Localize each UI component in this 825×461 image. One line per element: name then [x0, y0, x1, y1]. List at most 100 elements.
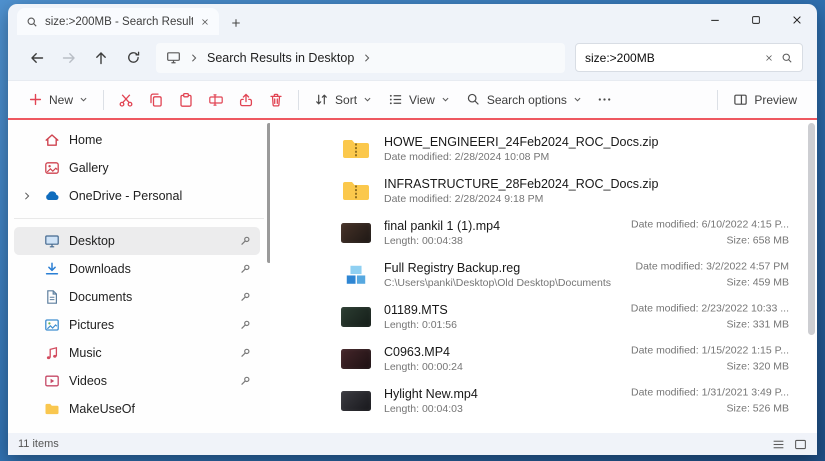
sidebar-item-desktop[interactable]: Desktop — [14, 227, 260, 255]
search-icon — [26, 16, 38, 28]
search-submit-icon[interactable] — [781, 52, 793, 64]
delete-button[interactable] — [261, 85, 291, 115]
close-button[interactable] — [776, 4, 817, 35]
file-row[interactable]: 01189.MTS Length: 0:01:56 Date modified:… — [270, 296, 817, 338]
pin-icon — [239, 291, 251, 303]
clear-search-icon[interactable] — [764, 53, 774, 63]
sidebar-item-label: Videos — [69, 374, 107, 388]
large-icons-view-icon[interactable] — [794, 438, 807, 451]
explorer-tab[interactable]: size:>200MB - Search Results i — [17, 8, 219, 35]
file-detail: Length: 00:00:24 — [384, 360, 463, 374]
file-name: INFRASTRUCTURE_28Feb2024_ROC_Docs.zip — [384, 176, 658, 192]
folder-icon — [44, 401, 60, 417]
view-button[interactable]: View — [380, 85, 458, 115]
paste-button[interactable] — [171, 85, 201, 115]
sidebar-item-makeuseof[interactable]: MakeUseOf — [14, 395, 260, 423]
file-name: C0963.MP4 — [384, 344, 463, 360]
search-options-button[interactable]: Search options — [458, 85, 590, 115]
sidebar-item-documents[interactable]: Documents — [14, 283, 260, 311]
details-view-icon[interactable] — [772, 438, 785, 451]
file-name: Hylight New.mp4 — [384, 386, 478, 402]
file-size: Size: 658 MB — [631, 233, 789, 249]
more-options-button[interactable] — [590, 85, 619, 115]
sidebar-item-pictures[interactable]: Pictures — [14, 311, 260, 339]
desktop-location-icon — [166, 50, 181, 65]
sidebar-item-home[interactable]: Home — [14, 126, 260, 154]
new-tab-button[interactable] — [230, 17, 242, 29]
sidebar-item-gallery[interactable]: Gallery — [14, 154, 260, 182]
sidebar-item-label: OneDrive - Personal — [69, 189, 182, 203]
address-bar[interactable]: Search Results in Desktop — [156, 43, 565, 73]
share-icon — [238, 92, 254, 108]
search-box[interactable] — [575, 43, 803, 72]
file-row[interactable]: INFRASTRUCTURE_28Feb2024_ROC_Docs.zip Da… — [270, 170, 817, 212]
video-thumbnail — [340, 223, 372, 243]
file-date-modified: Date modified: 6/10/2022 4:15 P... — [631, 217, 789, 233]
sidebar-item-label: Gallery — [69, 161, 109, 175]
gallery-icon — [44, 160, 60, 176]
preview-button[interactable]: Preview — [725, 85, 805, 115]
copy-button[interactable] — [141, 85, 171, 115]
video-thumbnail — [340, 307, 372, 327]
paste-icon — [178, 92, 194, 108]
expand-chevron-icon[interactable] — [23, 191, 31, 201]
desktop-icon — [44, 233, 60, 249]
breadcrumb-chevron-icon[interactable] — [363, 53, 371, 63]
file-detail: Length: 00:04:03 — [384, 402, 478, 416]
pin-icon — [239, 263, 251, 275]
cut-icon — [118, 92, 134, 108]
pin-icon — [239, 347, 251, 359]
zip-folder-icon — [340, 179, 372, 203]
copy-icon — [148, 92, 164, 108]
view-toggles — [772, 438, 807, 451]
refresh-button[interactable] — [118, 43, 148, 73]
sort-button-label: Sort — [335, 93, 357, 107]
file-size: Size: 331 MB — [631, 317, 789, 333]
rename-icon — [208, 92, 224, 108]
sidebar-separator — [14, 218, 264, 219]
pictures-icon — [44, 317, 60, 333]
navigation-pane: Home Gallery OneDrive - Personal — [8, 120, 270, 433]
sidebar-item-music[interactable]: Music — [14, 339, 260, 367]
view-button-label: View — [409, 93, 435, 107]
file-row[interactable]: final pankil 1 (1).mp4 Length: 00:04:38 … — [270, 212, 817, 254]
minimize-button[interactable] — [694, 4, 735, 35]
breadcrumb-chevron-icon[interactable] — [190, 53, 198, 63]
window-controls — [694, 4, 817, 35]
up-button[interactable] — [86, 43, 116, 73]
new-button[interactable]: New — [20, 85, 96, 115]
rename-button[interactable] — [201, 85, 231, 115]
video-thumbnail — [340, 391, 372, 411]
file-row[interactable]: HOWE_ENGINEERI_24Feb2024_ROC_Docs.zip Da… — [270, 128, 817, 170]
sidebar-item-downloads[interactable]: Downloads — [14, 255, 260, 283]
sort-button[interactable]: Sort — [306, 85, 380, 115]
file-name: final pankil 1 (1).mp4 — [384, 218, 500, 234]
share-button[interactable] — [231, 85, 261, 115]
tab-close-icon[interactable] — [200, 17, 210, 27]
sidebar-item-label: Pictures — [69, 318, 114, 332]
sidebar-item-onedrive[interactable]: OneDrive - Personal — [14, 182, 260, 210]
new-button-label: New — [49, 93, 73, 107]
back-button[interactable] — [22, 43, 52, 73]
file-row[interactable]: Full Registry Backup.reg C:\Users\panki\… — [270, 254, 817, 296]
cut-button[interactable] — [111, 85, 141, 115]
pin-icon — [239, 319, 251, 331]
search-input[interactable] — [585, 51, 757, 65]
breadcrumb[interactable]: Search Results in Desktop — [207, 51, 354, 65]
file-row[interactable]: C0963.MP4 Length: 00:00:24 Date modified… — [270, 338, 817, 380]
maximize-button[interactable] — [735, 4, 776, 35]
sidebar-item-label: Music — [69, 346, 102, 360]
forward-button[interactable] — [54, 43, 84, 73]
file-row[interactable]: Hylight New.mp4 Length: 00:04:03 Date mo… — [270, 380, 817, 422]
sidebar-item-label: Documents — [69, 290, 132, 304]
preview-pane-icon — [733, 92, 748, 107]
file-explorer-window: size:>200MB - Search Results i — [8, 4, 817, 455]
file-name: Full Registry Backup.reg — [384, 260, 611, 276]
sidebar-item-videos[interactable]: Videos — [14, 367, 260, 395]
chevron-down-icon — [441, 95, 450, 104]
videos-icon — [44, 373, 60, 389]
vertical-scrollbar[interactable] — [808, 123, 815, 335]
zip-folder-icon — [340, 137, 372, 161]
file-date-modified: Date modified: 1/31/2021 3:49 P... — [631, 385, 789, 401]
video-thumbnail — [340, 349, 372, 369]
